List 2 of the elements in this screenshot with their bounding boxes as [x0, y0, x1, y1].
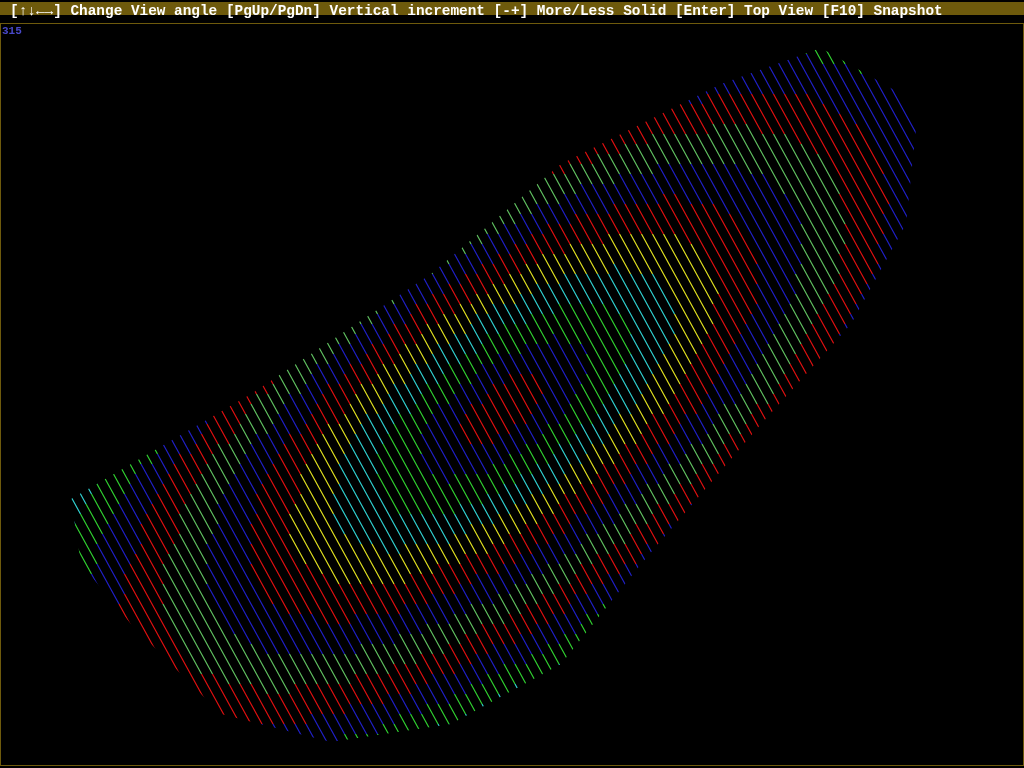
keyboard-hint-text: [↑↓←→] Change View angle [PgUp/PgDn] Vertical increment [-+] More/Less Solid [Enter] Top View [F10] Snapshot [10, 5, 943, 18]
view-angle-label: 315 [2, 25, 22, 37]
